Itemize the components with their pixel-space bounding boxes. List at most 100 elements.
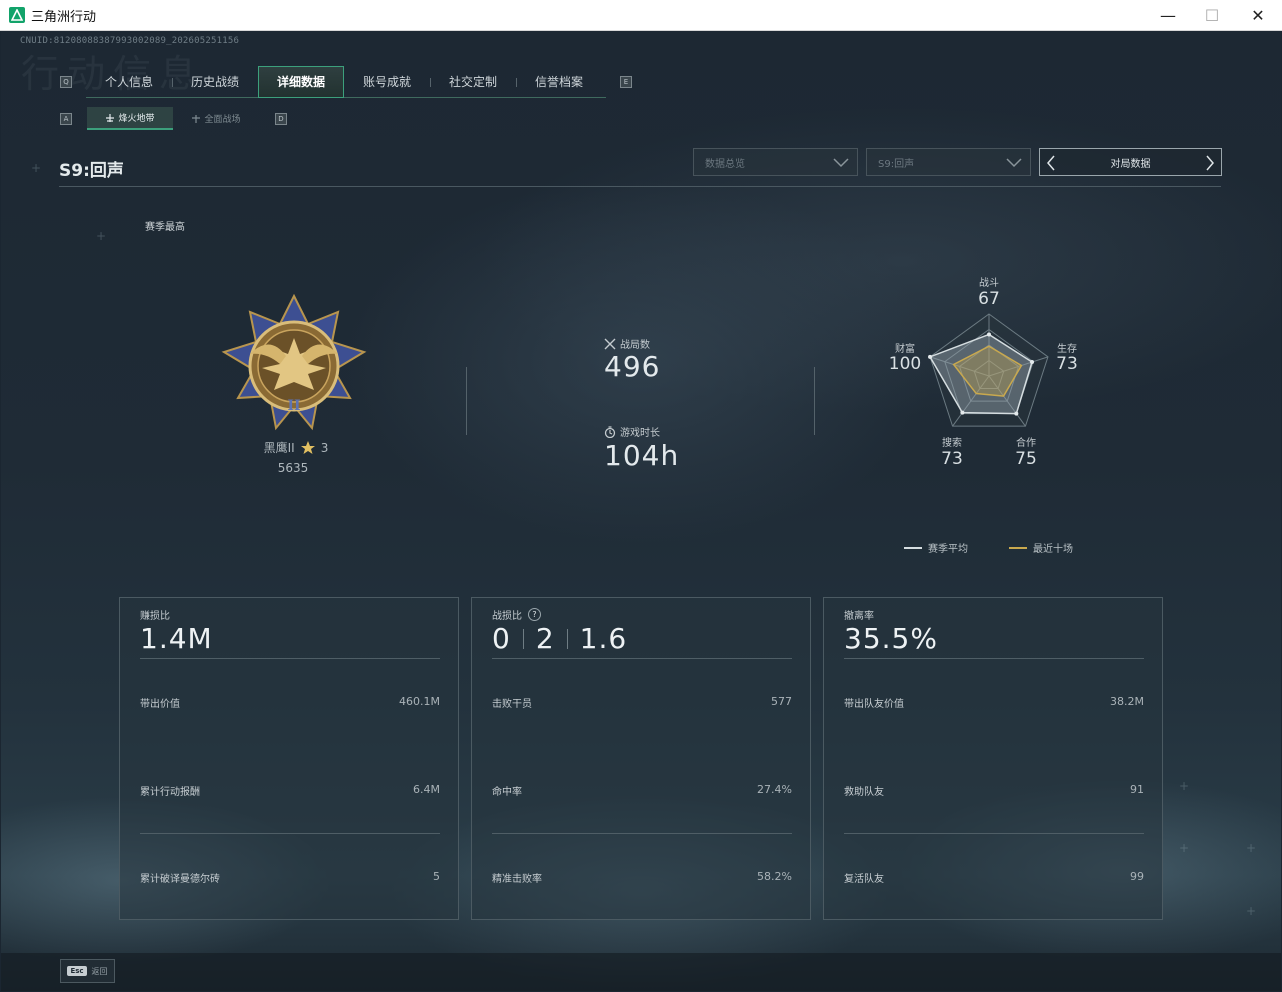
stat-row-label: 带出价值 xyxy=(140,699,180,710)
decor-cross-icon: + xyxy=(1179,841,1190,855)
card-divider xyxy=(140,658,440,659)
tab-personal-info[interactable]: 个人信息 xyxy=(86,66,172,98)
match-data-selector[interactable]: 对局数据 xyxy=(1039,148,1222,176)
card-divider xyxy=(492,833,792,834)
matches-label: 战局数 xyxy=(604,336,650,351)
rank-score: 5635 xyxy=(277,461,309,475)
kd-separator xyxy=(566,628,568,649)
stat-row: 累计破译曼德尔砖 5 xyxy=(140,870,440,885)
kd-value: 0 2 1.6 xyxy=(492,622,627,655)
help-icon[interactable]: ? xyxy=(528,608,541,621)
card-divider xyxy=(844,833,1144,834)
stat-row: 击败干员 577 xyxy=(492,695,792,710)
kd-kills: 0 xyxy=(492,622,511,655)
stat-row-value: 6.4M xyxy=(413,783,440,796)
subtab-next-key[interactable]: D xyxy=(275,113,287,125)
stat-row: 精准击败率 58.2% xyxy=(492,870,792,885)
radar-value-search: 73 xyxy=(941,449,963,469)
tab-achievements[interactable]: 账号成就 xyxy=(344,66,430,98)
legend-season-average-label: 赛季平均 xyxy=(928,544,968,555)
stat-row-label: 带出队友价值 xyxy=(844,699,904,710)
crossed-swords-icon xyxy=(604,338,616,349)
kd-separator xyxy=(522,628,524,649)
maximize-button[interactable]: ☐ xyxy=(1189,0,1235,31)
tab-detailed-data[interactable]: 详细数据 xyxy=(258,65,344,98)
kd-ratio: 1.6 xyxy=(579,622,628,655)
vertical-divider xyxy=(466,367,467,435)
season-title: S9:回声 xyxy=(59,161,124,181)
window-titlebar: 三角洲行动 — ☐ ✕ xyxy=(0,0,1282,31)
legend-season-average-swatch xyxy=(904,546,922,549)
main-tabbar: 个人信息 历史战绩 详细数据 账号成就 社交定制 信誉档案 xyxy=(86,65,606,98)
stat-row-value: 91 xyxy=(1130,783,1144,796)
tab-reputation[interactable]: 信誉档案 xyxy=(516,66,602,98)
stat-row: 命中率 27.4% xyxy=(492,783,792,798)
subtab-prev-key[interactable]: A xyxy=(60,113,72,125)
radar-value-wealth: 100 xyxy=(888,354,922,374)
title-divider xyxy=(59,186,1221,187)
playtime-value: 104h xyxy=(604,439,680,472)
radar-point xyxy=(1030,360,1035,365)
rank-stars: 3 xyxy=(320,440,329,455)
legend-recent-ten: 最近十场 xyxy=(1009,540,1073,555)
radar-value-survival: 73 xyxy=(1056,354,1078,374)
tab-next-key[interactable]: E xyxy=(620,76,632,88)
radar-value-teamwork: 75 xyxy=(1015,449,1037,469)
radar-label-survival: 生存 xyxy=(1057,344,1077,355)
minimize-button[interactable]: — xyxy=(1145,0,1191,31)
stat-row: 累计行动报酬 6.4M xyxy=(140,783,440,798)
season-best-label: 赛季最高 xyxy=(145,222,185,233)
season-dropdown[interactable]: S9:回声 xyxy=(866,148,1031,176)
back-label: 返回 xyxy=(91,966,108,976)
decor-cross-icon: + xyxy=(96,229,107,243)
matches-value: 496 xyxy=(604,350,661,383)
card-title: 战损比 ? xyxy=(492,607,541,622)
tab-prev-key[interactable]: Q xyxy=(60,76,72,88)
stat-row-label: 累计破译曼德尔砖 xyxy=(140,874,220,885)
subtab-warfare-label: 全面战场 xyxy=(204,115,241,125)
warfare-mode-icon xyxy=(192,114,201,123)
legend-recent-ten-swatch xyxy=(1009,546,1027,549)
extraction-rate-card: 撤离率 35.5% 带出队友价值 38.2M 救助队友 91 复活队友 99 xyxy=(823,597,1163,920)
profit-loss-value: 1.4M xyxy=(140,622,213,655)
radar-value-combat: 67 xyxy=(978,289,1000,309)
tab-history[interactable]: 历史战绩 xyxy=(172,66,258,98)
stat-row-label: 救助队友 xyxy=(844,787,884,798)
season-dropdown-label: S9:回声 xyxy=(878,158,915,170)
back-button[interactable]: Esc 返回 xyxy=(60,959,115,983)
kd-title: 战损比 xyxy=(492,611,522,622)
chevron-left-icon[interactable] xyxy=(1046,155,1056,171)
data-overview-dropdown[interactable]: 数据总览 xyxy=(693,148,858,176)
extraction-mode-icon xyxy=(106,113,115,122)
stat-row-label: 击败干员 xyxy=(492,699,532,710)
esc-key: Esc xyxy=(67,966,87,976)
stat-row-label: 命中率 xyxy=(492,787,522,798)
bottom-bar xyxy=(1,953,1281,991)
radar-point xyxy=(928,354,933,359)
tab-social[interactable]: 社交定制 xyxy=(430,66,516,98)
app-logo-icon xyxy=(9,7,25,23)
legend-season-average: 赛季平均 xyxy=(904,540,968,555)
rank-name: 黑鹰II xyxy=(263,441,295,455)
radar-label-search: 搜索 xyxy=(942,438,962,449)
chevron-right-icon[interactable] xyxy=(1205,155,1215,171)
radar-point xyxy=(960,410,965,415)
game-viewport: 行动信息 CNUID:81208088387993002089_20260525… xyxy=(1,31,1281,991)
window-title: 三角洲行动 xyxy=(31,9,97,25)
stat-row-value: 577 xyxy=(771,695,792,708)
profit-loss-card: 赚损比 1.4M 带出价值 460.1M 累计行动报酬 6.4M 累计破译曼德尔… xyxy=(119,597,459,920)
stat-row-label: 复活队友 xyxy=(844,874,884,885)
card-divider xyxy=(140,833,440,834)
decor-cross-icon: + xyxy=(31,161,42,175)
subtab-extraction-label: 烽火地带 xyxy=(118,114,155,124)
radar-label-combat: 战斗 xyxy=(979,278,999,289)
close-button[interactable]: ✕ xyxy=(1235,0,1281,31)
radar-label-teamwork: 合作 xyxy=(1016,438,1036,449)
kd-deaths: 2 xyxy=(535,622,555,655)
subtab-warfare[interactable]: 全面战场 xyxy=(173,107,259,130)
rank-badge-icon: II xyxy=(221,294,367,431)
rank-info: 黑鹰II 3 xyxy=(241,439,351,456)
subtab-extraction[interactable]: 烽火地带 xyxy=(87,107,173,130)
data-overview-dropdown-label: 数据总览 xyxy=(705,158,745,170)
vertical-divider xyxy=(814,367,815,435)
